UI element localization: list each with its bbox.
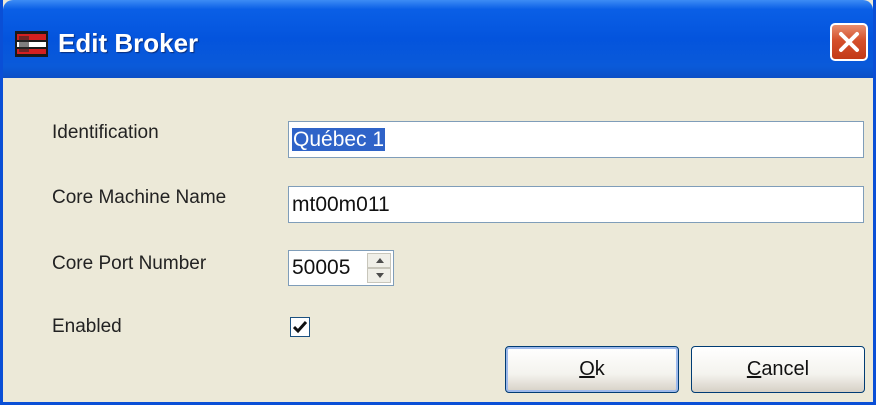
enabled-label: Enabled — [52, 316, 122, 337]
ok-accelerator: O — [579, 358, 595, 380]
ok-label-rest: k — [594, 358, 605, 380]
edit-broker-dialog: Edit Broker Identification Québec 1 Core… — [0, 0, 876, 405]
app-icon — [15, 31, 48, 57]
core-port-number-label: Core Port Number — [52, 253, 207, 274]
enabled-checkbox[interactable] — [290, 317, 310, 337]
identification-label: Identification — [52, 122, 159, 143]
cancel-accelerator: C — [746, 358, 762, 380]
core-machine-name-input[interactable]: mt00m011 — [288, 186, 864, 223]
spin-up-button[interactable] — [367, 253, 391, 268]
spin-down-button[interactable] — [367, 268, 391, 283]
window-title: Edit Broker — [58, 28, 199, 58]
core-port-number-stepper[interactable]: 50005 — [288, 250, 394, 286]
identification-input[interactable]: Québec 1 — [288, 121, 864, 158]
spin-buttons — [367, 253, 391, 283]
cancel-button[interactable]: Cancel — [691, 346, 865, 393]
close-button[interactable] — [830, 23, 868, 61]
core-port-number-value: 50005 — [292, 256, 351, 279]
title-bar[interactable]: Edit Broker — [3, 0, 873, 78]
ok-button[interactable]: Ok — [505, 346, 679, 393]
cancel-label-rest: ancel — [761, 358, 810, 380]
identification-value: Québec 1 — [292, 128, 386, 151]
core-machine-name-label: Core Machine Name — [52, 187, 227, 208]
